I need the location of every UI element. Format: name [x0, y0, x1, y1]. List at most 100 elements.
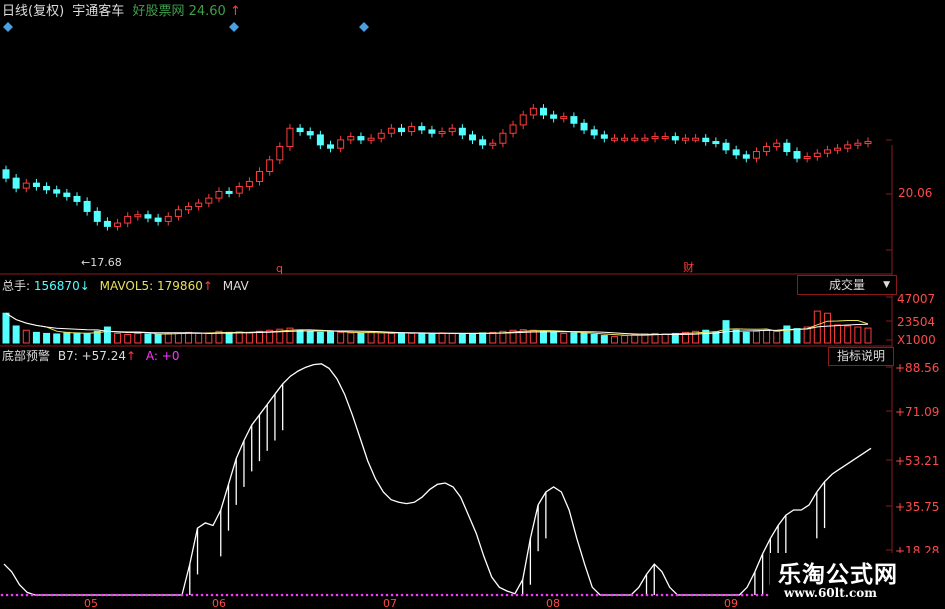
- volume-bar: [539, 330, 547, 344]
- candle-body: [398, 127, 406, 133]
- candle-body: [154, 217, 162, 222]
- a-baseline-dot: [735, 593, 739, 597]
- event-marker-q[interactable]: q: [276, 262, 283, 276]
- a-baseline-dot: [135, 593, 139, 597]
- a-baseline-dot: [595, 593, 599, 597]
- volume-bar: [306, 330, 314, 344]
- volume-bar: [63, 331, 71, 344]
- a-baseline-dot: [400, 593, 404, 597]
- volume-bar: [621, 335, 629, 344]
- indicator-help-button[interactable]: 指标说明: [828, 347, 894, 366]
- a-baseline-dot: [365, 593, 369, 597]
- a-baseline-dot: [40, 593, 44, 597]
- event-marker-finance[interactable]: 财: [683, 261, 694, 275]
- x-axis-label: 08: [546, 597, 560, 609]
- a-baseline-dot: [345, 593, 349, 597]
- candle-body: [164, 215, 172, 222]
- total-volume-value: 156870: [33, 279, 80, 293]
- volume-bar: [479, 332, 487, 344]
- a-baseline-dot: [45, 593, 49, 597]
- volume-bar: [12, 325, 20, 344]
- a-baseline-dot: [300, 593, 304, 597]
- volume-bar: [347, 332, 355, 344]
- candle-body: [692, 137, 700, 141]
- volume-bar: [600, 335, 608, 344]
- a-baseline-dot: [315, 593, 319, 597]
- volume-bar: [174, 332, 182, 344]
- mavol5-label: MAVOL5: [99, 279, 150, 293]
- candle-body: [357, 136, 365, 141]
- total-volume-label: 总手: [2, 279, 27, 293]
- a-baseline-dot: [270, 593, 274, 597]
- candle-body: [235, 185, 243, 194]
- a-baseline-dot: [680, 593, 684, 597]
- volume-bar: [357, 332, 365, 344]
- a-baseline-dot: [80, 593, 84, 597]
- period-label[interactable]: 日线(复权): [2, 4, 64, 19]
- a-baseline-dot: [420, 593, 424, 597]
- a-baseline-dot: [125, 593, 129, 597]
- a-baseline-dot: [250, 593, 254, 597]
- a-baseline-dot: [690, 593, 694, 597]
- volume-bar: [337, 331, 345, 344]
- a-baseline-dot: [85, 593, 89, 597]
- candle-body: [276, 146, 284, 161]
- candle-body: [854, 142, 862, 146]
- volume-bar: [560, 332, 568, 344]
- candle-body: [124, 215, 132, 224]
- candle-body: [327, 144, 335, 149]
- a-baseline-dot: [575, 593, 579, 597]
- volume-bar: [773, 330, 781, 344]
- a-baseline-dot: [305, 593, 309, 597]
- a-baseline-dot: [660, 593, 664, 597]
- indicator-selector[interactable]: 成交量 ▼: [797, 275, 897, 295]
- a-baseline-dot: [715, 593, 719, 597]
- a-baseline-dot: [220, 593, 224, 597]
- volume-bar: [377, 332, 385, 344]
- volume-panel-header: 总手: 156870↓ MAVOL5: 179860↑ MAV: [2, 279, 249, 293]
- volume-bar: [398, 332, 406, 344]
- candle-body: [803, 156, 811, 160]
- a-baseline-dot: [0, 593, 4, 597]
- volume-tick-label: 47007: [897, 292, 936, 306]
- a-baseline-dot: [450, 593, 454, 597]
- candle-body: [316, 134, 324, 146]
- volume-bar: [550, 331, 558, 344]
- a-baseline-dot: [175, 593, 179, 597]
- a-baseline-dot: [130, 593, 134, 597]
- a-baseline-dot: [245, 593, 249, 597]
- volume-bar: [154, 333, 162, 344]
- candle-body: [550, 114, 558, 119]
- watermark: 乐淘公式网 www.60lt.com: [770, 553, 945, 609]
- a-baseline-dot: [445, 593, 449, 597]
- a-baseline-dot: [50, 593, 54, 597]
- candle-body: [215, 190, 223, 199]
- a-baseline-dot: [75, 593, 79, 597]
- x-axis-label: 07: [383, 597, 397, 609]
- a-baseline-dot: [325, 593, 329, 597]
- a-baseline-dot: [200, 593, 204, 597]
- candle-body: [641, 137, 649, 141]
- volume-bar: [144, 333, 152, 344]
- indicator-selector-label: 成交量: [828, 278, 865, 292]
- candle-body: [560, 116, 568, 120]
- candle-body: [367, 137, 375, 141]
- candle-body: [539, 107, 547, 116]
- a-baseline-dot: [90, 593, 94, 597]
- volume-bar: [418, 333, 426, 344]
- price-panel-header: 日线(复权) 宇通客车 好股票网 24.60 ↑: [2, 5, 241, 19]
- volume-bar: [448, 332, 456, 344]
- a-baseline-dot: [10, 593, 14, 597]
- a-baseline-dot: [215, 593, 219, 597]
- b7-value: +57.24: [81, 349, 127, 363]
- candle-body: [73, 195, 81, 202]
- a-baseline-dot: [560, 593, 564, 597]
- a-baseline-dot: [105, 593, 109, 597]
- a-baseline-dot: [155, 593, 159, 597]
- volume-bar: [823, 312, 831, 344]
- a-baseline-dot: [590, 593, 594, 597]
- a-baseline-dot: [570, 593, 574, 597]
- candle-body: [245, 180, 253, 187]
- a-baseline-dot: [630, 593, 634, 597]
- a-baseline-dot: [260, 593, 264, 597]
